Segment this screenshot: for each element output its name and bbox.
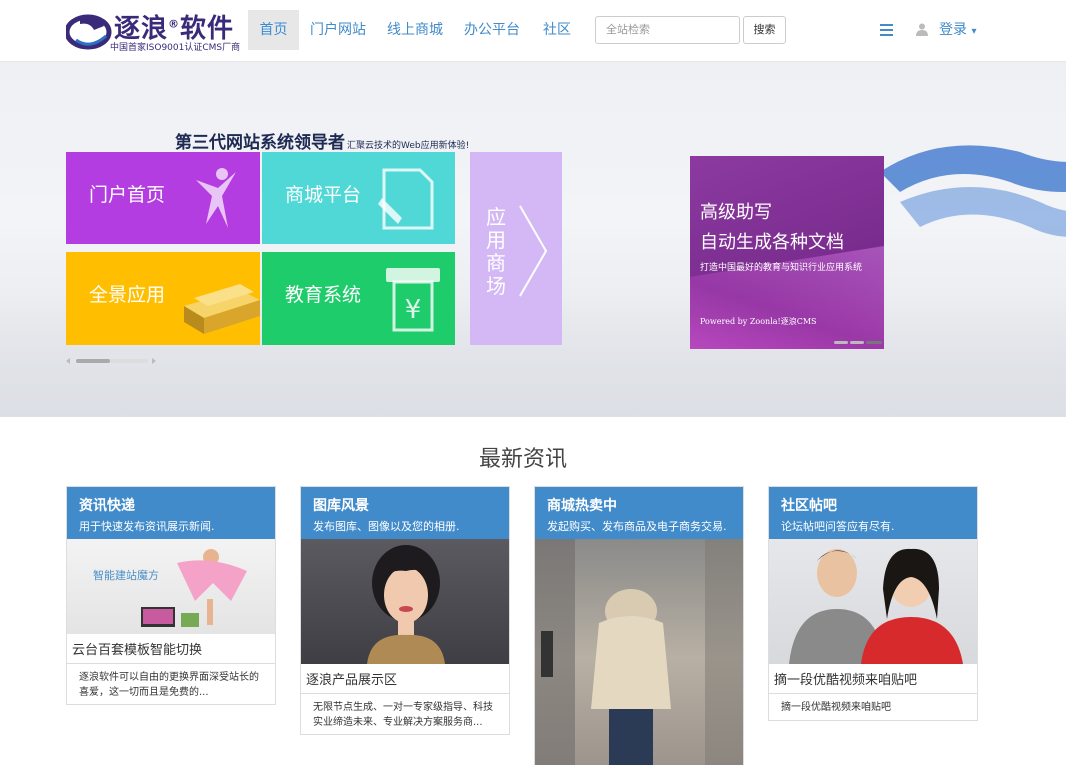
search-button[interactable]: 搜索: [743, 16, 786, 44]
ad-title: 高级助写: [700, 202, 772, 223]
card-caption[interactable]: 摘一段优酷视频来咱贴吧: [769, 664, 977, 694]
banner-headline: 第三代网站系统领导者 汇聚云技术的Web应用新体验!: [175, 133, 470, 153]
dancer-icon: [196, 168, 236, 228]
news-card-express[interactable]: 资讯快递 用于快速发布资讯展示新闻. 智能建站魔方 云台百套模板智能切换 逐浪软…: [66, 486, 276, 705]
news-card-gallery[interactable]: 图库风景 发布图库、图像以及您的相册. 逐浪产品展示区 无限节点生成、一对一专家…: [300, 486, 510, 735]
nav-portal[interactable]: 门户网站: [304, 10, 372, 50]
card-image[interactable]: [769, 539, 977, 664]
card-text: 摘一段优酷视频来咱贴吧: [781, 702, 891, 713]
girl-laptop-illustration: [141, 549, 247, 627]
card-image[interactable]: [301, 539, 509, 664]
card-caption[interactable]: 逐浪产品展示区: [301, 664, 509, 694]
tile-education[interactable]: 教育系统 ¥: [262, 252, 455, 345]
card-caption[interactable]: 云台百套模板智能切换: [67, 634, 275, 664]
brand-logo[interactable]: 逐浪®软件 中国首家ISO9001认证CMS厂商: [66, 8, 241, 54]
ad-subtitle: 自动生成各种文档: [700, 232, 844, 253]
nav-home[interactable]: 首页: [248, 10, 299, 50]
news-card-community[interactable]: 社区帖吧 论坛帖吧问答应有尽有. 摘一段优酷视频来咱贴吧 摘一段优酷视频来咱贴吧: [768, 486, 978, 721]
atm-yuan-icon: ¥: [386, 268, 440, 332]
ad-powered-by: Powered by Zoonla!逐浪CMS: [700, 317, 817, 326]
login-dropdown[interactable]: 登录 ▾: [939, 19, 976, 39]
couple-portrait: [789, 548, 963, 664]
woman-portrait: [367, 545, 445, 664]
promo-ad-slide[interactable]: 高级助写 自动生成各种文档 打造中国最好的教育与知识行业应用系统 Powered…: [690, 156, 884, 349]
nav-community[interactable]: 社区: [535, 10, 579, 50]
news-section-title: 最新资讯: [478, 447, 567, 472]
search-input[interactable]: 全站检索: [595, 16, 740, 44]
news-card-hot-sale[interactable]: 商城热卖中 发起购买、发布商品及电子商务交易.: [534, 486, 744, 765]
nav-office[interactable]: 办公平台: [458, 10, 526, 50]
logo-swirl-icon: [66, 14, 112, 50]
ad-description: 打造中国最好的教育与知识行业应用系统: [700, 263, 863, 273]
tile-portal-home[interactable]: 门户首页: [66, 152, 260, 244]
card-image[interactable]: 智能建站魔方: [67, 539, 275, 634]
slide-indicators[interactable]: [834, 341, 884, 345]
card-image[interactable]: [535, 539, 743, 765]
tile-mall-platform[interactable]: 商城平台: [262, 152, 455, 244]
card-text: 逐浪软件可以自由的更换界面深受站长的喜爱，这一切而且是免费的...: [79, 672, 259, 698]
top-navbar: 逐浪®软件 中国首家ISO9001认证CMS厂商 首页 门户网站 线上商城 办公…: [0, 0, 1066, 62]
tile-panorama[interactable]: 全景应用: [66, 252, 260, 345]
woman-coat-photo: [535, 539, 743, 765]
tile-scrollbar[interactable]: [66, 357, 156, 365]
document-pencil-icon: [378, 168, 434, 230]
svg-text:¥: ¥: [405, 295, 422, 325]
hero-banner: 第三代网站系统领导者 汇聚云技术的Web应用新体验! 门户首页 商城平台 全景应用…: [0, 62, 1066, 417]
user-icon: [916, 23, 928, 36]
chevron-down-icon: ▾: [971, 26, 977, 37]
gold-bars-icon: [184, 284, 260, 334]
banner-swoosh-decoration: [880, 145, 1066, 237]
tile-app-store[interactable]: 应用商场: [470, 152, 562, 345]
card-text: 无限节点生成、一对一专家级指导、科技实业缔造未来、专业解决方案服务商...: [313, 702, 493, 728]
chevron-right-icon: [519, 205, 548, 297]
hamburger-icon[interactable]: [880, 24, 893, 36]
nav-mall[interactable]: 线上商城: [381, 10, 449, 50]
brand-tagline: 中国首家ISO9001认证CMS厂商: [110, 43, 241, 53]
